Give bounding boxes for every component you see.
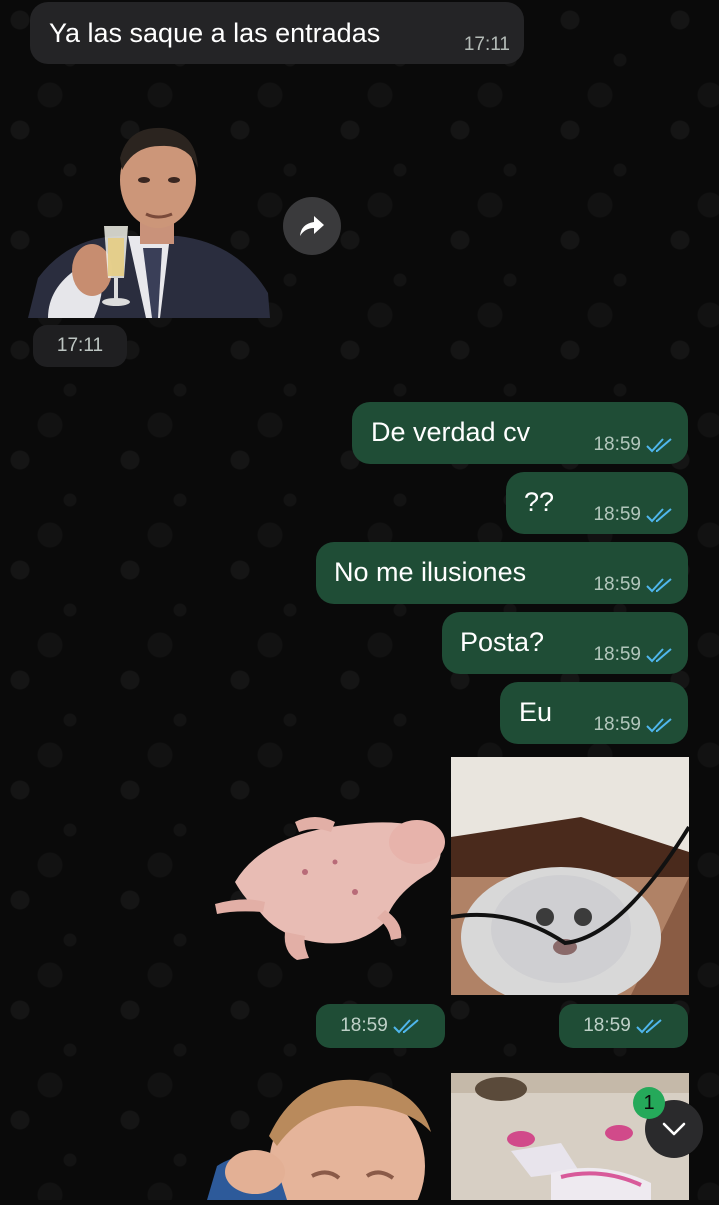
message-text: De verdad cv <box>371 417 531 447</box>
message-bubble-outgoing[interactable]: Posta? 18:59 <box>442 612 688 674</box>
message-time: 18:59 <box>583 1015 631 1036</box>
forward-icon <box>300 216 324 236</box>
man-toasting-sticker[interactable] <box>28 118 270 318</box>
message-meta: 18:59 <box>593 715 674 734</box>
cat-biting-cable-photo[interactable] <box>450 757 691 1007</box>
message-text: No me ilusiones <box>334 557 527 587</box>
message-text: Posta? <box>460 627 545 657</box>
cat-photo-image <box>450 757 691 1007</box>
hairless-animal-sticker[interactable] <box>205 812 447 962</box>
man-toasting-image <box>28 127 270 318</box>
message-text: Eu <box>519 697 553 727</box>
crying-child-sticker[interactable] <box>207 1076 447 1205</box>
read-receipt-icon <box>646 577 672 592</box>
chevron-down-icon <box>662 1122 686 1136</box>
crying-child-image <box>207 1079 431 1205</box>
message-time: 18:59 <box>593 504 641 525</box>
message-text: Ya las saque a las entradas <box>49 18 381 48</box>
message-time: 18:59 <box>593 434 641 455</box>
sticker-timestamp: 18:59 <box>316 1004 445 1048</box>
unread-count-badge: 1 <box>633 1087 665 1119</box>
sticker-timestamp: 17:11 <box>33 325 127 367</box>
read-receipt-icon <box>646 717 672 732</box>
message-meta: 18:59 <box>593 505 674 524</box>
read-receipt-icon <box>646 437 672 452</box>
read-receipt-icon <box>393 1019 419 1034</box>
message-meta: 18:59 <box>593 645 674 664</box>
message-time: 18:59 <box>593 714 641 735</box>
message-bubble-outgoing[interactable]: Eu 18:59 <box>500 682 688 744</box>
message-meta: 17:11 <box>464 35 510 54</box>
message-text: ?? <box>524 487 555 517</box>
message-bubble-incoming[interactable]: Ya las saque a las entradas 17:11 <box>30 2 524 64</box>
message-time: 17:11 <box>463 34 510 55</box>
message-time: 18:59 <box>593 644 641 665</box>
read-receipt-icon <box>646 507 672 522</box>
message-meta: 18:59 <box>593 435 674 454</box>
message-time: 18:59 <box>340 1015 388 1036</box>
message-time: 18:59 <box>593 574 641 595</box>
message-meta: 18:59 <box>593 575 674 594</box>
photo-timestamp: 18:59 <box>559 1004 688 1048</box>
read-receipt-icon <box>636 1019 662 1034</box>
message-bubble-outgoing[interactable]: No me ilusiones 18:59 <box>316 542 688 604</box>
message-bubble-outgoing[interactable]: ?? 18:59 <box>506 472 688 534</box>
hairless-animal-image <box>215 817 445 960</box>
message-time: 17:11 <box>56 335 104 356</box>
message-bubble-outgoing[interactable]: De verdad cv 18:59 <box>352 402 688 464</box>
read-receipt-icon <box>646 647 672 662</box>
forward-button[interactable] <box>283 197 341 255</box>
